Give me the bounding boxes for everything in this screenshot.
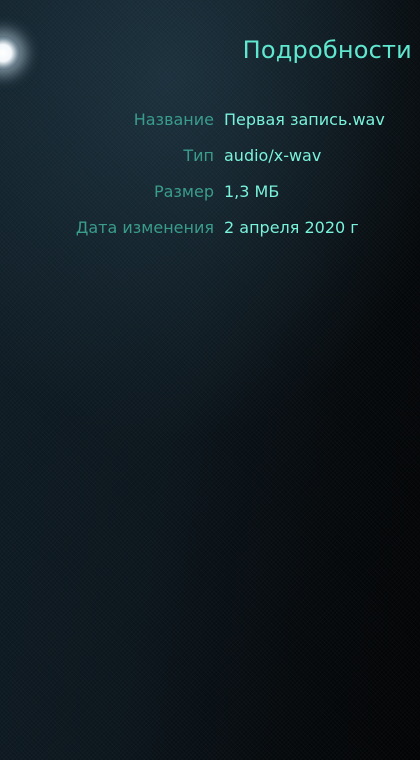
details-list: Название Первая запись.wav Тип audio/x-w…: [0, 108, 420, 252]
detail-row-type: Тип audio/x-wav: [0, 144, 420, 180]
detail-label: Название: [133, 110, 214, 129]
back-navigation-icon[interactable]: [0, 36, 20, 70]
page-title: Подробности: [242, 36, 412, 64]
detail-label: Тип: [183, 146, 214, 165]
detail-value: Первая запись.wav: [224, 110, 385, 129]
detail-value: 1,3 МБ: [224, 182, 280, 201]
detail-value: 2 апреля 2020 г: [224, 218, 359, 237]
detail-row-name: Название Первая запись.wav: [0, 108, 420, 144]
detail-label: Дата изменения: [75, 218, 214, 237]
detail-row-modified-date: Дата изменения 2 апреля 2020 г: [0, 216, 420, 252]
detail-row-size: Размер 1,3 МБ: [0, 180, 420, 216]
detail-value: audio/x-wav: [224, 146, 322, 165]
detail-label: Размер: [153, 182, 214, 201]
details-page: Подробности Название Первая запись.wav Т…: [0, 0, 420, 760]
